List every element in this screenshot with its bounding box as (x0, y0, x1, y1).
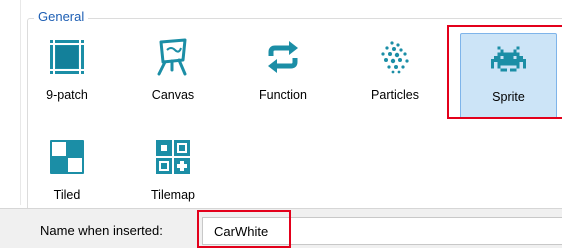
function-loop-arrows-icon (237, 32, 329, 82)
object-tile-particles[interactable]: Particles (349, 32, 441, 118)
object-tile-sprite[interactable]: Sprite (460, 33, 557, 119)
object-label: Tiled (53, 188, 81, 202)
object-label: Canvas (151, 88, 195, 102)
group-title: General (34, 9, 89, 24)
nine-patch-icon (21, 32, 113, 82)
object-tile-9-patch[interactable]: 9-patch (21, 32, 113, 118)
tiled-background-icon (21, 132, 113, 182)
object-tile-tiled[interactable]: Tiled (21, 132, 113, 218)
object-label: Sprite (492, 90, 525, 104)
sprite-invader-icon (461, 34, 556, 84)
object-label: Particles (371, 88, 419, 102)
tilemap-icon (127, 132, 219, 182)
canvas-easel-icon (127, 32, 219, 82)
particles-icon (349, 32, 441, 82)
object-name-input[interactable] (202, 217, 562, 245)
object-label: Function (259, 88, 307, 102)
object-tile-function[interactable]: Function (237, 32, 329, 118)
object-label: 9-patch (46, 88, 88, 102)
name-when-inserted-row: Name when inserted: (0, 208, 562, 248)
object-tile-canvas[interactable]: Canvas (127, 32, 219, 118)
object-label: Tilemap (151, 188, 195, 202)
object-tile-tilemap[interactable]: Tilemap (127, 132, 219, 218)
name-when-inserted-label: Name when inserted: (40, 223, 163, 238)
